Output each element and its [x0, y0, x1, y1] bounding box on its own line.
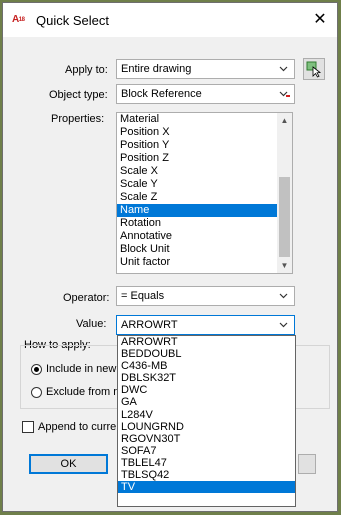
chevron-down-icon — [279, 60, 288, 84]
property-item[interactable]: Scale X — [117, 165, 292, 178]
property-item[interactable]: Annotative — [117, 230, 292, 243]
object-type-combo[interactable]: Block Reference — [116, 84, 295, 104]
property-item[interactable]: Scale Z — [117, 191, 292, 204]
cancel-button-partial[interactable] — [298, 454, 316, 474]
property-item[interactable]: Position Z — [117, 152, 292, 165]
value-option[interactable]: BEDDOUBL — [118, 348, 295, 360]
operator-combo[interactable]: = Equals — [116, 286, 295, 306]
operator-label: Operator: — [63, 292, 110, 304]
ok-button[interactable]: OK — [29, 454, 108, 474]
property-item[interactable]: Block Unit — [117, 243, 292, 256]
quick-select-dialog: A18 Quick Select ✕ Apply to: Entire draw… — [2, 2, 338, 512]
value-option[interactable]: DBLSK32T — [118, 372, 295, 384]
value-option[interactable]: SOFA7 — [118, 445, 295, 457]
scroll-down-icon[interactable]: ▼ — [277, 258, 292, 273]
value-option[interactable]: L284V — [118, 409, 295, 421]
scroll-thumb[interactable] — [279, 177, 290, 257]
property-item[interactable]: Unit factor — [117, 256, 292, 269]
exclude-label: Exclude from n — [46, 386, 120, 398]
value-option[interactable]: ARROWRT — [118, 336, 295, 348]
value-dropdown-list[interactable]: ARROWRT BEDDOUBL C436-MB DBLSK32T DWC GA L284V… — [117, 335, 296, 507]
properties-label: Properties: — [51, 113, 105, 125]
append-label: Append to curren — [38, 421, 123, 433]
value-option[interactable]: C436-MB — [118, 360, 295, 372]
apply-to-combo[interactable]: Entire drawing — [116, 59, 295, 79]
append-checkbox[interactable] — [22, 421, 34, 433]
operator-value: = Equals — [121, 290, 165, 302]
value-option[interactable]: RGOVN30T — [118, 433, 295, 445]
properties-listbox[interactable]: Material Position X Position Y Position Z Sc… — [116, 112, 293, 274]
autocad-app-icon: A18 — [12, 14, 25, 25]
value-option[interactable]: LOUNGRND — [118, 421, 295, 433]
value-option[interactable]: TV — [118, 481, 295, 494]
value-option[interactable]: GA — [118, 396, 295, 408]
chevron-down-icon — [279, 287, 288, 311]
object-type-label: Object type: — [49, 89, 108, 101]
select-objects-button[interactable] — [303, 58, 325, 80]
apply-to-label: Apply to: — [65, 64, 108, 76]
value-option[interactable]: TBLSQ42 — [118, 469, 295, 481]
property-item[interactable]: Scale Y — [117, 178, 292, 191]
include-label: Include in new — [46, 363, 117, 375]
exclude-radio[interactable] — [31, 387, 42, 398]
select-objects-icon — [304, 61, 324, 82]
value-combo[interactable]: ARROWRT — [116, 315, 295, 335]
property-item[interactable]: Name — [117, 204, 292, 217]
property-item[interactable]: Position X — [117, 126, 292, 139]
chevron-down-icon — [279, 85, 288, 109]
value-current: ARROWRT — [121, 319, 178, 331]
value-option[interactable]: TBLEL47 — [118, 457, 295, 469]
apply-to-value: Entire drawing — [121, 63, 192, 75]
property-item[interactable]: Rotation — [117, 217, 292, 230]
properties-scrollbar[interactable]: ▲ ▼ — [277, 113, 292, 273]
include-radio[interactable] — [31, 364, 42, 375]
close-icon[interactable]: ✕ — [307, 7, 333, 33]
property-item[interactable]: Position Y — [117, 139, 292, 152]
dialog-title: Quick Select — [36, 13, 109, 28]
object-type-value: Block Reference — [121, 88, 202, 100]
value-option[interactable]: DWC — [118, 384, 295, 396]
title-bar: A18 Quick Select ✕ — [3, 3, 337, 37]
property-item[interactable]: Material — [117, 113, 292, 126]
scroll-up-icon[interactable]: ▲ — [277, 113, 292, 128]
red-mark — [286, 95, 290, 97]
value-label: Value: — [76, 318, 107, 330]
